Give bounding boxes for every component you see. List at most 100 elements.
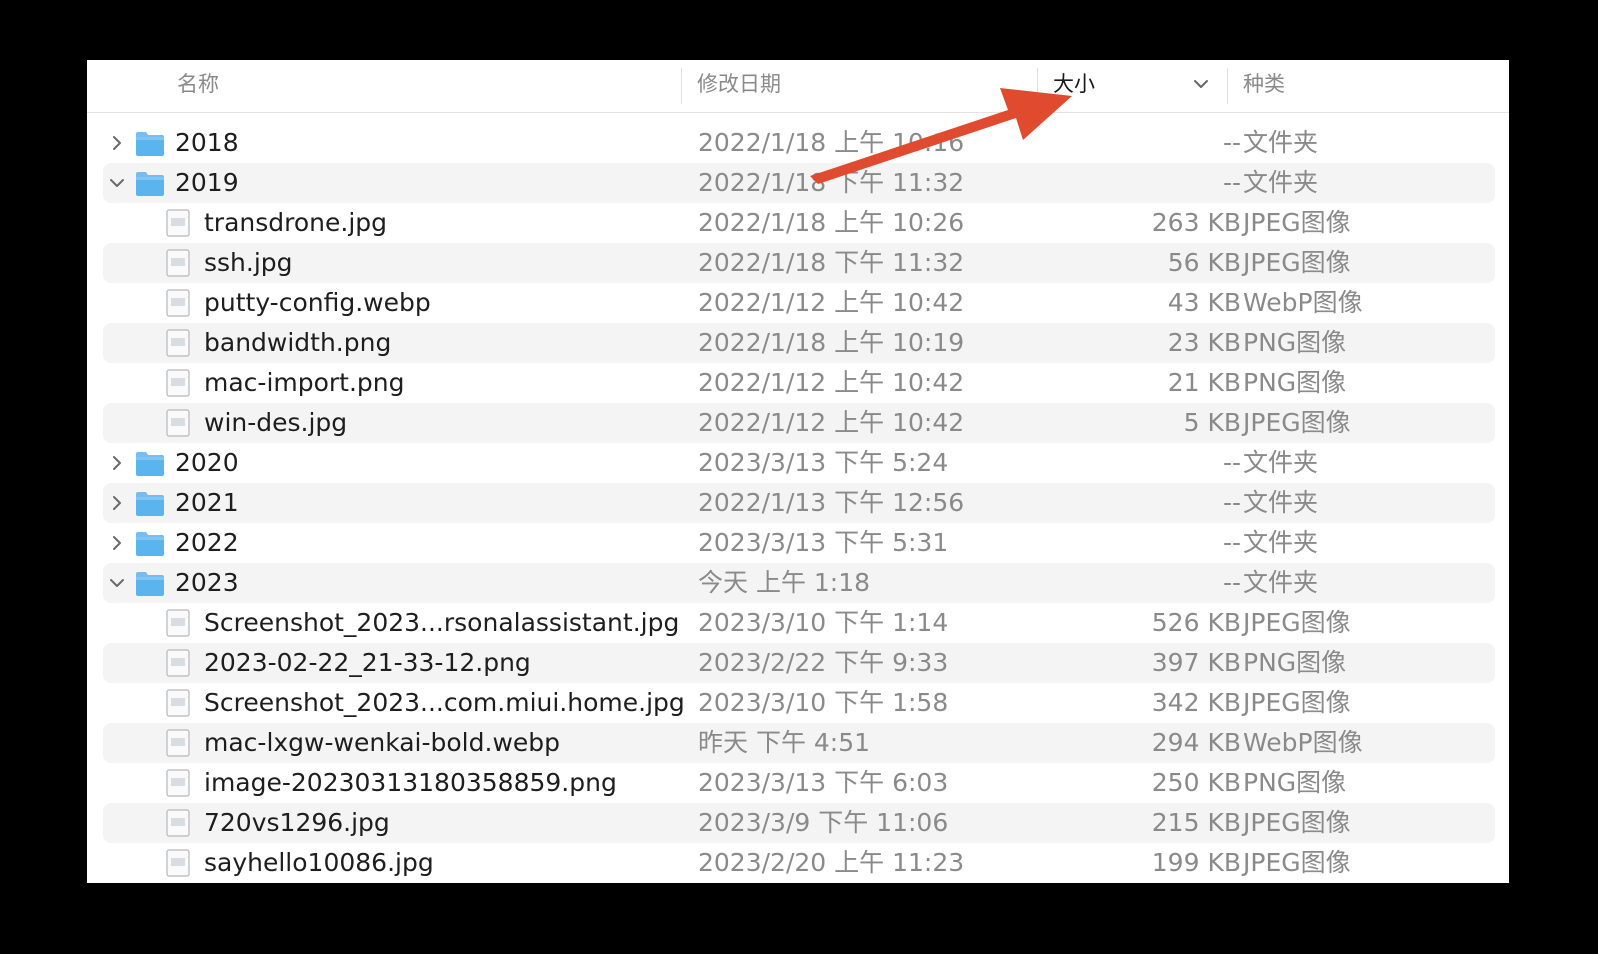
image-file-icon <box>166 609 190 637</box>
folder-icon <box>136 492 164 516</box>
item-name: mac-import.png <box>204 368 405 397</box>
item-kind: PNG图像 <box>1243 768 1347 797</box>
image-file-icon <box>166 849 190 877</box>
item-kind: JPEG图像 <box>1243 848 1351 877</box>
name-column-header[interactable]: 名称 <box>177 60 219 112</box>
file-row[interactable]: Screenshot_2023...rsonalassistant.jpg 202… <box>103 603 1495 643</box>
file-row[interactable]: mac-import.png 2022/1/12 上午 10:42 21 KB PNG… <box>103 363 1495 403</box>
item-name: transdrone.jpg <box>204 208 388 237</box>
folder-row[interactable]: 2020 2023/3/13 下午 5:24 -- 文件夹 <box>103 443 1495 483</box>
chevron-right-icon[interactable] <box>107 453 127 473</box>
folder-row[interactable]: 2023 今天 上午 1:18 -- 文件夹 <box>103 563 1495 603</box>
file-row[interactable]: 720vs1296.jpg 2023/3/9 下午 11:06 215 KB JPEG… <box>103 803 1495 843</box>
item-name: 2018 <box>175 128 239 157</box>
file-row[interactable]: Screenshot_2023...com.miui.home.jpg 2023/… <box>103 683 1495 723</box>
item-size: 23 KB <box>1167 328 1241 357</box>
image-file-icon <box>166 369 190 397</box>
item-kind: PNG图像 <box>1243 648 1347 677</box>
folder-icon <box>136 532 164 556</box>
finder-list-window: 名称 修改日期 大小 种类 2018 2022/1/18 上午 10:16 -- 文件… <box>87 60 1509 883</box>
item-size: 526 KB <box>1151 608 1241 637</box>
file-row[interactable]: sayhello10086.jpg 2023/2/20 上午 11:23 199 K… <box>103 843 1495 883</box>
modified-date: 2023/2/20 上午 11:23 <box>698 848 965 877</box>
item-name: 2021 <box>175 488 239 517</box>
item-kind: 文件夹 <box>1243 488 1319 517</box>
item-name: putty-config.webp <box>204 288 431 317</box>
folder-row[interactable]: 2021 2022/1/13 下午 12:56 -- 文件夹 <box>103 483 1495 523</box>
item-kind: PNG图像 <box>1243 368 1347 397</box>
size-column-header[interactable]: 大小 <box>1053 60 1095 112</box>
column-divider[interactable] <box>681 68 682 104</box>
item-kind: JPEG图像 <box>1243 248 1351 277</box>
modified-date: 2023/3/10 下午 1:58 <box>698 688 949 717</box>
folder-row[interactable]: 2022 2023/3/13 下午 5:31 -- 文件夹 <box>103 523 1495 563</box>
item-size: -- <box>1222 568 1241 597</box>
modified-date: 2022/1/18 下午 11:32 <box>698 248 965 277</box>
file-row[interactable]: win-des.jpg 2022/1/12 上午 10:42 5 KB JPEG图像 <box>103 403 1495 443</box>
folder-row[interactable]: 2019 2022/1/18 下午 11:32 -- 文件夹 <box>103 163 1495 203</box>
modified-date: 2023/3/13 下午 6:03 <box>698 768 949 797</box>
column-divider[interactable] <box>1227 68 1228 104</box>
file-row[interactable]: bandwidth.png 2022/1/18 上午 10:19 23 KB PNG图… <box>103 323 1495 363</box>
chevron-down-icon[interactable] <box>107 573 127 593</box>
item-name: Screenshot_2023...com.miui.home.jpg <box>204 688 685 717</box>
item-name: 720vs1296.jpg <box>204 808 390 837</box>
image-file-icon <box>166 769 190 797</box>
item-size: 215 KB <box>1151 808 1241 837</box>
modified-date: 2023/3/10 下午 1:14 <box>698 608 949 637</box>
file-row[interactable]: ssh.jpg 2022/1/18 下午 11:32 56 KB JPEG图像 <box>103 243 1495 283</box>
chevron-right-icon[interactable] <box>107 133 127 153</box>
modified-date: 2022/1/18 上午 10:16 <box>698 128 965 157</box>
item-name: win-des.jpg <box>204 408 348 437</box>
item-kind: 文件夹 <box>1243 568 1319 597</box>
file-row[interactable]: putty-config.webp 2022/1/12 上午 10:42 43 KB… <box>103 283 1495 323</box>
modified-date: 2023/3/13 下午 5:31 <box>698 528 949 557</box>
item-name: ssh.jpg <box>204 248 293 277</box>
item-size: -- <box>1222 448 1241 477</box>
item-size: 21 KB <box>1167 368 1241 397</box>
modified-date: 2022/1/12 上午 10:42 <box>698 408 965 437</box>
file-row[interactable]: image-20230313180358859.png 2023/3/13 下午 … <box>103 763 1495 803</box>
kind-column-header[interactable]: 种类 <box>1243 60 1285 112</box>
modified-date: 2022/1/18 上午 10:26 <box>698 208 965 237</box>
image-file-icon <box>166 409 190 437</box>
folder-row[interactable]: 2018 2022/1/18 上午 10:16 -- 文件夹 <box>103 123 1495 163</box>
item-kind: 文件夹 <box>1243 128 1319 157</box>
file-row[interactable]: mac-lxgw-wenkai-bold.webp 昨天 下午 4:51 294 K… <box>103 723 1495 763</box>
item-kind: 文件夹 <box>1243 168 1319 197</box>
file-row[interactable]: transdrone.jpg 2022/1/18 上午 10:26 263 KB JP… <box>103 203 1495 243</box>
item-size: 342 KB <box>1151 688 1241 717</box>
item-kind: JPEG图像 <box>1243 208 1351 237</box>
item-name: mac-lxgw-wenkai-bold.webp <box>204 728 561 757</box>
chevron-right-icon[interactable] <box>107 493 127 513</box>
item-name: bandwidth.png <box>204 328 392 357</box>
item-size: -- <box>1222 528 1241 557</box>
file-row[interactable]: 2023-02-22_21-33-12.png 2023/2/22 下午 9:33… <box>103 643 1495 683</box>
modified-date: 昨天 下午 4:51 <box>698 728 871 757</box>
item-kind: WebP图像 <box>1243 728 1363 757</box>
item-name: 2023 <box>175 568 239 597</box>
image-file-icon <box>166 249 190 277</box>
item-name: 2022 <box>175 528 239 557</box>
item-size: 199 KB <box>1151 848 1241 877</box>
item-kind: 文件夹 <box>1243 448 1319 477</box>
item-name: sayhello10086.jpg <box>204 848 434 877</box>
item-size: 294 KB <box>1151 728 1241 757</box>
sort-descending-chevron-icon[interactable] <box>1192 74 1210 94</box>
modified-date: 2023/3/9 下午 11:06 <box>698 808 949 837</box>
item-name: 2019 <box>175 168 239 197</box>
item-name: Screenshot_2023...rsonalassistant.jpg <box>204 608 680 637</box>
item-size: 250 KB <box>1151 768 1241 797</box>
column-divider[interactable] <box>1037 68 1038 104</box>
folder-icon <box>136 172 164 196</box>
item-kind: WebP图像 <box>1243 288 1363 317</box>
item-size: -- <box>1222 488 1241 517</box>
image-file-icon <box>166 809 190 837</box>
folder-icon <box>136 452 164 476</box>
date-column-header[interactable]: 修改日期 <box>697 60 781 112</box>
item-size: 263 KB <box>1151 208 1241 237</box>
item-size: 5 KB <box>1183 408 1241 437</box>
chevron-down-icon[interactable] <box>107 173 127 193</box>
chevron-right-icon[interactable] <box>107 533 127 553</box>
folder-icon <box>136 132 164 156</box>
